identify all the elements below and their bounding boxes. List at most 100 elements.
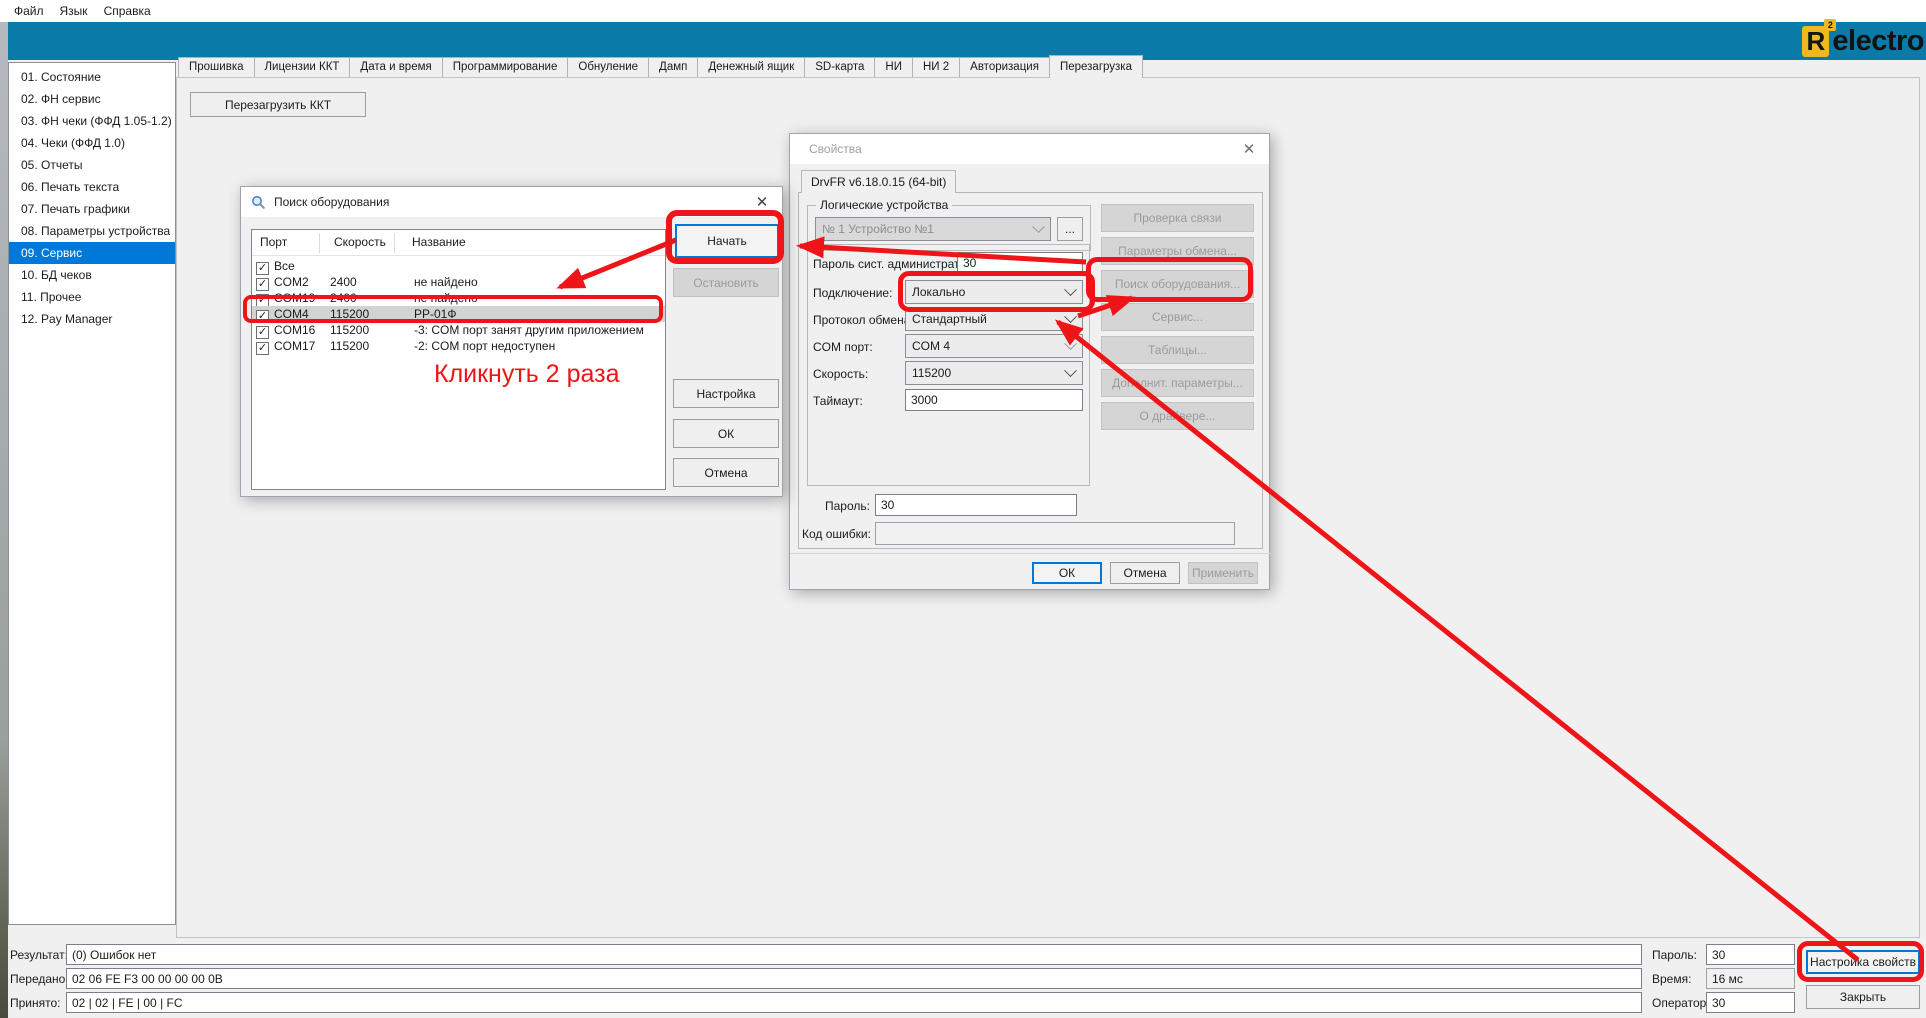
list-item-com2[interactable]: ✓ COM2 2400 не найдено bbox=[252, 274, 665, 290]
column-divider[interactable] bbox=[394, 233, 395, 253]
com-port-value: COM 4 bbox=[912, 339, 950, 353]
properties-ok-button[interactable]: ОК bbox=[1032, 562, 1102, 584]
port-cell: COM2 bbox=[274, 274, 309, 290]
timeout-label: Таймаут: bbox=[813, 394, 863, 408]
tab-cash-drawer[interactable]: Денежный ящик bbox=[698, 57, 805, 78]
list-item-all[interactable]: ✓ Все bbox=[252, 258, 665, 274]
close-app-button[interactable]: Закрыть bbox=[1806, 985, 1920, 1009]
logo-letter: R bbox=[1807, 26, 1826, 57]
tab-sd-card[interactable]: SD-карта bbox=[805, 57, 875, 78]
additional-params-button[interactable]: Дополнит. параметры... bbox=[1101, 369, 1254, 397]
about-driver-button[interactable]: О драйвере... bbox=[1101, 402, 1254, 430]
name-cell: не найдено bbox=[414, 290, 478, 306]
name-cell: -2: COM порт недоступен bbox=[414, 338, 555, 354]
property-settings-button[interactable]: Настройка свойств bbox=[1806, 950, 1920, 974]
footer-operator-label: Оператор: bbox=[1652, 996, 1710, 1010]
exchange-params-button[interactable]: Параметры обмена... bbox=[1101, 237, 1254, 265]
footer-operator-input[interactable]: 30 bbox=[1706, 992, 1795, 1013]
sidebar-item-db-checks[interactable]: 10. БД чеков bbox=[9, 264, 175, 286]
list-item-com19[interactable]: ✓ COM19 2400 не найдено bbox=[252, 290, 665, 306]
speed-combobox[interactable]: 115200 bbox=[905, 361, 1083, 385]
properties-dialog-titlebar: Свойства ✕ bbox=[790, 134, 1269, 164]
close-icon[interactable]: ✕ bbox=[1239, 140, 1259, 158]
menu-help[interactable]: Справка bbox=[96, 1, 159, 21]
search-equipment-button[interactable]: Поиск оборудования... bbox=[1101, 270, 1254, 298]
annotation-double-click: Кликнуть 2 раза bbox=[434, 360, 620, 389]
list-item-com4-selected[interactable]: ✓ COM4 115200 РР-01Ф bbox=[252, 306, 665, 322]
speed-cell: 115200 bbox=[330, 338, 369, 354]
tab-ni2[interactable]: НИ 2 bbox=[913, 57, 960, 78]
connection-value: Локально bbox=[912, 285, 965, 299]
speed-cell: 2400 bbox=[330, 290, 357, 306]
sidebar-item-device-params[interactable]: 08. Параметры устройства bbox=[9, 220, 175, 242]
column-divider[interactable] bbox=[319, 233, 320, 253]
sidebar-item-pay-manager[interactable]: 12. Pay Manager bbox=[9, 308, 175, 330]
dialog-password-label: Пароль: bbox=[825, 499, 870, 513]
sidebar-item-print-graphics[interactable]: 07. Печать графики bbox=[9, 198, 175, 220]
close-icon[interactable]: ✕ bbox=[752, 193, 772, 211]
search-cancel-button[interactable]: Отмена bbox=[673, 458, 779, 487]
tab-programming[interactable]: Программирование bbox=[443, 57, 569, 78]
received-field[interactable]: 02 | 02 | FE | 00 | FC bbox=[66, 992, 1642, 1013]
tab-firmware[interactable]: Прошивка bbox=[178, 57, 255, 78]
tab-kkt-licenses[interactable]: Лицензии ККТ bbox=[255, 57, 351, 78]
stop-search-button[interactable]: Остановить bbox=[673, 268, 779, 297]
list-item-com17[interactable]: ✓ COM17 115200 -2: COM порт недоступен bbox=[252, 338, 665, 354]
properties-dialog: Свойства ✕ DrvFR v6.18.0.15 (64-bit) Лог… bbox=[789, 133, 1270, 590]
column-port[interactable]: Порт bbox=[260, 235, 287, 249]
logical-device-more-button[interactable]: ... bbox=[1057, 217, 1083, 241]
magnifier-icon bbox=[251, 195, 266, 210]
sidebar-item-state[interactable]: 01. Состояние bbox=[9, 66, 175, 88]
menu-file[interactable]: Файл bbox=[6, 1, 52, 21]
tab-authorization[interactable]: Авторизация bbox=[960, 57, 1050, 78]
list-item-com16[interactable]: ✓ COM16 115200 -3: COM порт занят другим… bbox=[252, 322, 665, 338]
tab-reboot[interactable]: Перезагрузка bbox=[1049, 55, 1143, 78]
search-ok-button[interactable]: ОК bbox=[673, 419, 779, 448]
driver-version-tab[interactable]: DrvFR v6.18.0.15 (64-bit) bbox=[801, 170, 956, 193]
chevron-down-icon bbox=[1064, 283, 1077, 296]
name-cell: не найдено bbox=[414, 274, 478, 290]
check-connection-button[interactable]: Проверка связи bbox=[1101, 204, 1254, 232]
dialog-password-input[interactable]: 30 bbox=[875, 494, 1077, 516]
speed-label: Скорость: bbox=[813, 367, 868, 381]
connection-combobox[interactable]: Локально bbox=[905, 280, 1083, 304]
start-search-button[interactable]: Начать bbox=[675, 224, 779, 258]
result-field[interactable]: (0) Ошибок нет bbox=[66, 944, 1642, 965]
checkbox-checked-icon[interactable]: ✓ bbox=[256, 342, 269, 355]
service-button[interactable]: Сервис... bbox=[1101, 303, 1254, 331]
com-port-combobox[interactable]: COM 4 bbox=[905, 334, 1083, 358]
timeout-input[interactable]: 3000 bbox=[905, 389, 1083, 411]
sidebar-item-reports[interactable]: 05. Отчеты bbox=[9, 154, 175, 176]
tab-date-time[interactable]: Дата и время bbox=[350, 57, 442, 78]
column-speed[interactable]: Скорость bbox=[334, 235, 386, 249]
footer-password-input[interactable]: 30 bbox=[1706, 944, 1795, 965]
column-name[interactable]: Название bbox=[412, 235, 466, 249]
sidebar-item-service[interactable]: 09. Сервис bbox=[9, 242, 175, 264]
name-cell: -3: COM порт занят другим приложением bbox=[414, 322, 644, 338]
port-cell: COM17 bbox=[274, 338, 315, 354]
protocol-combobox[interactable]: Стандартный bbox=[905, 307, 1083, 331]
search-dialog-titlebar: Поиск оборудования ✕ bbox=[241, 187, 782, 217]
connection-label: Подключение: bbox=[813, 286, 892, 300]
search-settings-button[interactable]: Настройка bbox=[673, 379, 779, 408]
admin-password-input[interactable]: 30 bbox=[957, 252, 1083, 274]
sidebar-item-fn-service[interactable]: 02. ФН сервис bbox=[9, 88, 175, 110]
properties-cancel-button[interactable]: Отмена bbox=[1110, 562, 1180, 584]
sidebar-item-misc[interactable]: 11. Прочее bbox=[9, 286, 175, 308]
sidebar-item-checks[interactable]: 04. Чеки (ФФД 1.0) bbox=[9, 132, 175, 154]
tab-reset[interactable]: Обнуление bbox=[568, 57, 649, 78]
tab-dump[interactable]: Дамп bbox=[649, 57, 698, 78]
sidebar-item-print-text[interactable]: 06. Печать текста bbox=[9, 176, 175, 198]
sent-label: Передано: bbox=[10, 972, 69, 986]
port-cell: COM16 bbox=[274, 322, 315, 338]
port-cell: COM4 bbox=[274, 306, 309, 322]
properties-apply-button[interactable]: Применить bbox=[1188, 562, 1258, 584]
desktop-edge-strip bbox=[0, 22, 8, 1018]
sidebar-item-fn-checks[interactable]: 03. ФН чеки (ФФД 1.05-1.2) bbox=[9, 110, 175, 132]
tables-button[interactable]: Таблицы... bbox=[1101, 336, 1254, 364]
sent-field[interactable]: 02 06 FE F3 00 00 00 00 0B bbox=[66, 968, 1642, 989]
menu-language[interactable]: Язык bbox=[52, 1, 96, 21]
reboot-kkt-button[interactable]: Перезагрузить ККТ bbox=[190, 92, 366, 117]
tab-ni[interactable]: НИ bbox=[875, 57, 913, 78]
logical-devices-label: Логические устройства bbox=[816, 198, 952, 212]
